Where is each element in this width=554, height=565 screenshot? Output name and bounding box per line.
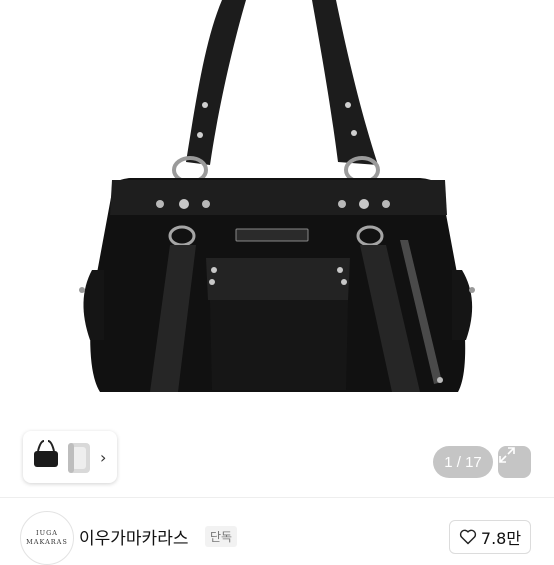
product-photo bbox=[79, 0, 475, 392]
shop-logo[interactable]: IUGA MAKARAS bbox=[20, 511, 74, 565]
expand-icon bbox=[499, 447, 515, 463]
expand-button[interactable] bbox=[498, 446, 531, 478]
heart-icon bbox=[459, 529, 477, 545]
thumbnail-grey-bag[interactable] bbox=[64, 437, 94, 477]
like-button[interactable]: 7.8만 bbox=[449, 520, 531, 554]
chevron-right-icon[interactable]: › bbox=[100, 448, 106, 467]
shop-logo-line2: MAKARAS bbox=[26, 538, 68, 546]
product-image-area[interactable]: › 1 / 17 bbox=[0, 0, 554, 497]
exclusive-badge: 단독 bbox=[205, 526, 238, 547]
thumbnail-black-bag[interactable] bbox=[30, 437, 62, 477]
thumbnail-strip[interactable]: › bbox=[23, 431, 117, 483]
image-counter: 1 / 17 bbox=[433, 446, 493, 478]
shop-logo-line1: IUGA bbox=[36, 529, 58, 537]
shop-name[interactable]: 이우가마카라스 bbox=[79, 524, 188, 549]
like-count: 7.8만 bbox=[480, 529, 522, 548]
